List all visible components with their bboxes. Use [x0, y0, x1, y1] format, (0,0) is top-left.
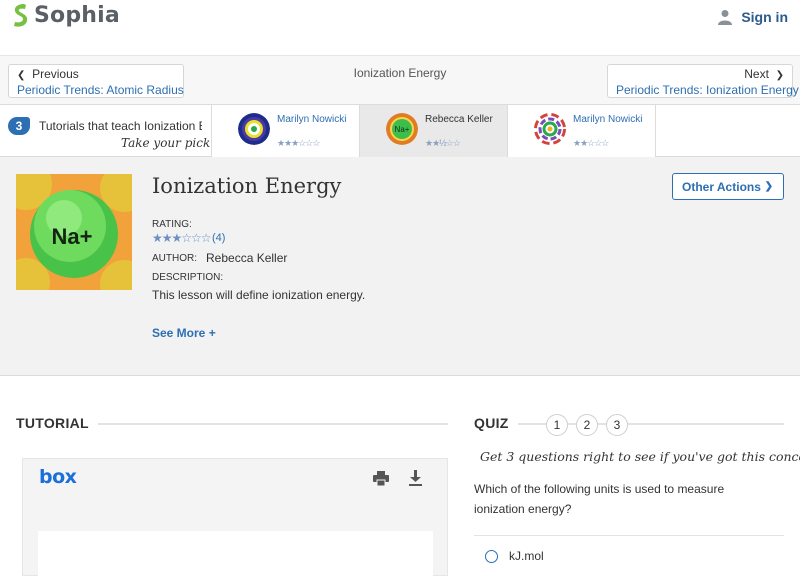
tutorial-thumbnail: [534, 113, 566, 145]
see-more-link[interactable]: See More +: [152, 326, 216, 340]
rating-label: RATING:: [152, 219, 192, 230]
box-logo: box: [39, 466, 77, 488]
sign-in-label: Sign in: [741, 9, 788, 25]
tutorial-card-2[interactable]: Na+ Rebecca Keller ★★½☆☆: [359, 105, 507, 157]
answer-radio[interactable]: [485, 550, 498, 563]
site-header: Sophia Sign in: [0, 0, 800, 56]
author-name: Rebecca Keller: [206, 251, 288, 265]
document-page: [38, 531, 433, 576]
previous-tutorial-link[interactable]: Periodic Trends: Atomic Radius: [17, 83, 184, 97]
lesson-hero-image: Na+: [16, 174, 132, 290]
tutorial-card-rating: ★★★☆☆☆: [277, 138, 320, 148]
tutorial-card-1[interactable]: Marilyn Nowicki ★★★☆☆☆: [211, 105, 359, 157]
tutorials-bar: 3 Tutorials that teach Ionization Energy…: [0, 104, 800, 157]
tutorial-nav-bar: ❮ Previous Periodic Trends: Atomic Radiu…: [0, 56, 800, 104]
quiz-hint: Get 3 questions right to see if you've g…: [480, 449, 800, 464]
document-viewer: box: [22, 458, 448, 576]
quiz-heading: QUIZ: [474, 415, 509, 431]
lesson-info: Na+ Ionization Energy RATING: ★★★☆☆☆ (4)…: [0, 157, 800, 376]
tutorial-card-rating: ★★½☆☆: [425, 138, 461, 148]
tutorial-count-badge: 3: [8, 117, 30, 135]
tutorial-heading: TUTORIAL: [16, 415, 89, 431]
quiz-step-3[interactable]: 3: [606, 414, 628, 436]
rating-count[interactable]: (4): [212, 232, 225, 244]
other-actions-label: Other Actions: [682, 180, 761, 194]
chevron-right-icon: ❯: [775, 70, 784, 81]
next-tutorial-button[interactable]: Next ❯ Periodic Trends: Ionization Energ…: [607, 64, 799, 98]
tutorial-thumbnail: Na+: [386, 113, 418, 145]
lesson-title: Ionization Energy: [152, 174, 342, 198]
sophia-logo-icon: [14, 4, 28, 27]
tutorial-card-3[interactable]: Marilyn Nowicki ★★☆☆☆: [507, 105, 655, 157]
hero-symbol: Na+: [52, 224, 93, 249]
next-tutorial-link[interactable]: Periodic Trends: Ionization Energy: [616, 83, 799, 97]
sophia-logo[interactable]: Sophia: [10, 2, 120, 28]
tutorial-card-rating: ★★☆☆☆: [573, 138, 609, 148]
quiz-step-1[interactable]: 1: [546, 414, 568, 436]
tutorials-bar-label: Tutorials that teach Ionization Energy: [39, 119, 202, 133]
next-label: Next: [744, 67, 769, 81]
other-actions-button[interactable]: Other Actions ❯: [672, 173, 784, 200]
tutorial-card-author: Marilyn Nowicki: [277, 114, 347, 125]
take-your-pick-label: Take your pick:: [121, 136, 215, 150]
print-icon[interactable]: [373, 471, 389, 486]
svg-text:Na+: Na+: [395, 125, 410, 134]
tutorial-cards: Marilyn Nowicki ★★★☆☆☆ Na+ Rebecca Kelle…: [211, 105, 656, 157]
tutorial-card-author: Marilyn Nowicki: [573, 114, 643, 125]
rating-stars: ★★★☆☆☆: [152, 231, 212, 245]
sophia-logo-text: Sophia: [34, 2, 120, 28]
chevron-down-icon: ❯: [764, 181, 773, 192]
tutorial-thumbnail: [238, 113, 270, 145]
description-label: DESCRIPTION:: [152, 272, 224, 283]
quiz-question: Which of the following units is used to …: [474, 482, 725, 516]
sign-in-button[interactable]: Sign in: [718, 9, 788, 25]
tutorial-divider: [98, 423, 448, 425]
quiz-answer-option[interactable]: kJ.mol: [474, 535, 784, 576]
author-label: AUTHOR:: [152, 253, 197, 264]
answer-label: kJ.mol: [509, 549, 544, 563]
download-icon[interactable]: [409, 470, 422, 486]
lesson-description: This lesson will define ionization energ…: [152, 288, 366, 302]
user-icon: [718, 10, 733, 25]
tutorial-card-author: Rebecca Keller: [425, 114, 493, 125]
quiz-step-2[interactable]: 2: [576, 414, 598, 436]
